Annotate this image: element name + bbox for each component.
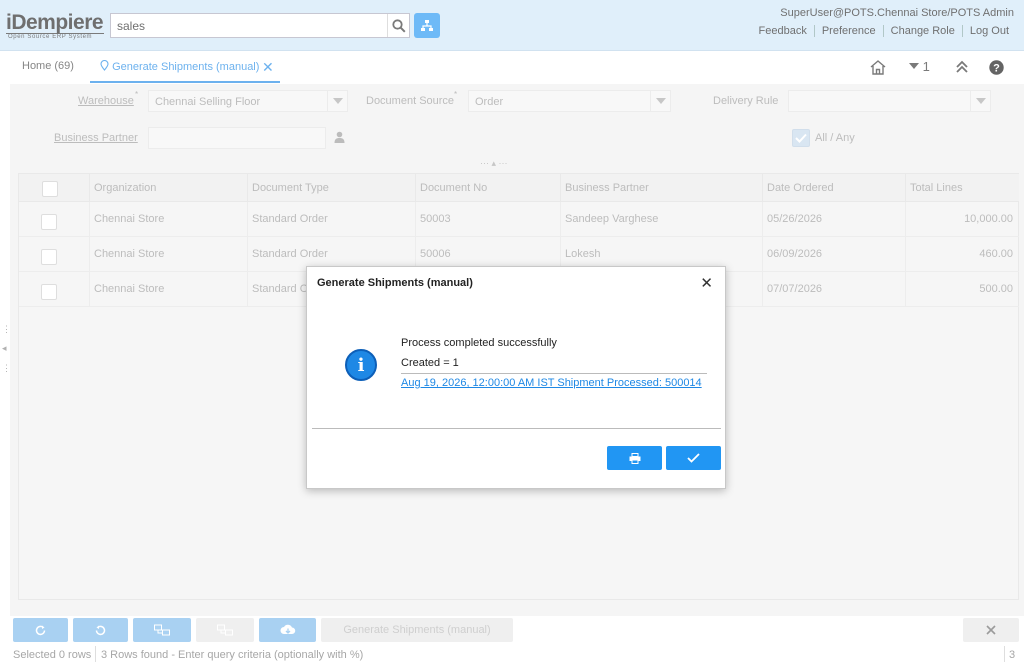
ok-button[interactable] [666, 446, 721, 470]
print-icon [629, 452, 640, 464]
message-divider [401, 373, 707, 374]
check-icon [687, 453, 700, 463]
print-button[interactable] [607, 446, 662, 470]
dialog-title: Generate Shipments (manual) [317, 277, 473, 289]
process-result-dialog: Generate Shipments (manual) ✕ i Process … [306, 266, 726, 489]
dialog-separator [312, 428, 721, 429]
dialog-close-icon[interactable]: ✕ [700, 274, 713, 292]
process-message: Process completed successfully [401, 337, 557, 349]
created-count: Created = 1 [401, 357, 459, 369]
info-icon: i [345, 349, 377, 381]
shipment-link[interactable]: Aug 19, 2026, 12:00:00 AM IST Shipment P… [401, 377, 702, 389]
